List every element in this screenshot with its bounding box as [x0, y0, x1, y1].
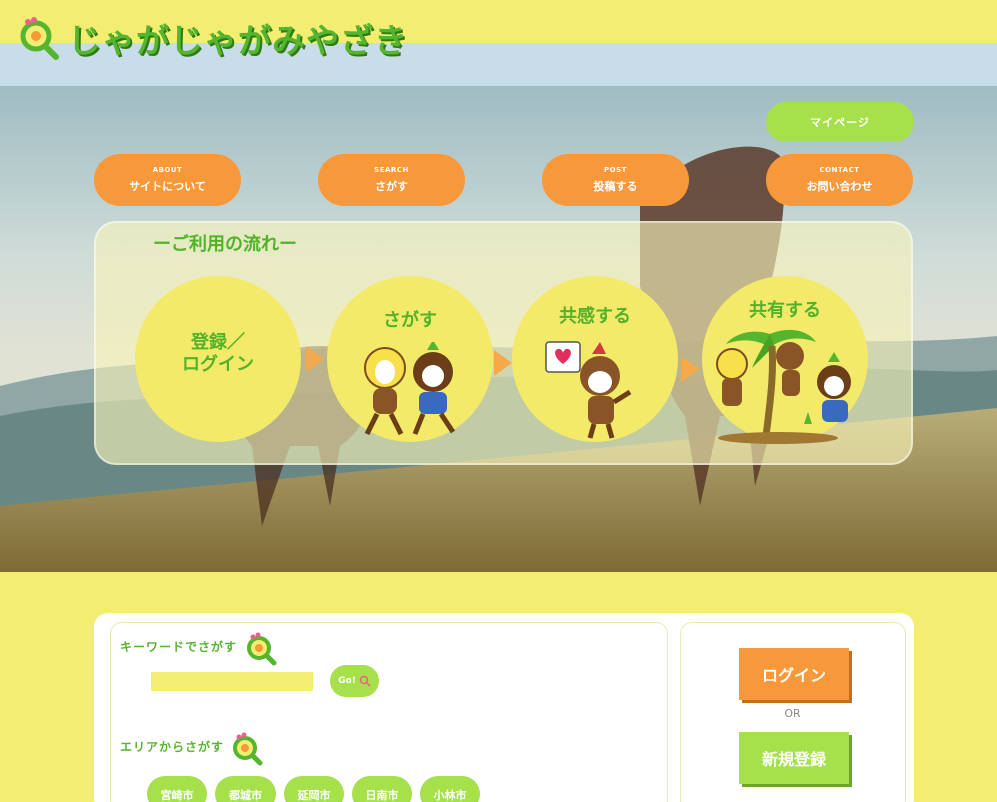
area-chip-miyakonojo[interactable]: 都城市	[215, 776, 276, 802]
nav-contact-ja: お問い合わせ	[806, 180, 873, 193]
flow-step-search: さがす	[327, 276, 493, 442]
keyword-search-label: キーワードでさがす	[120, 638, 237, 655]
flow-arrow-icon	[306, 346, 324, 372]
nav-post-ja: 投稿する	[593, 180, 638, 193]
nav-about-en: ABOUT	[152, 166, 183, 174]
characters-running-icon	[364, 342, 456, 436]
mypage-button[interactable]: マイページ	[766, 102, 914, 142]
keyword-search-input[interactable]	[151, 672, 313, 691]
flow-step-register-label-2: ログイン	[182, 354, 254, 375]
magnifier-icon	[359, 675, 371, 687]
magnifier-flower-icon	[20, 17, 59, 60]
nav-search-en: SEARCH	[374, 166, 409, 174]
keyword-search-label-text: キーワードでさがす	[120, 640, 238, 654]
area-chip-nichinan[interactable]: 日南市	[352, 776, 412, 802]
area-search-label-text: エリアからさがす	[120, 740, 225, 754]
usage-flow-title: ーご利用の流れー	[153, 234, 297, 255]
nav-search-button[interactable]: SEARCH さがす	[318, 154, 465, 206]
site-logo[interactable]: じゃがじゃがみやざき	[18, 14, 408, 62]
flow-step-share: 共有する	[702, 276, 868, 444]
character-heart-icon	[545, 341, 632, 439]
signup-button[interactable]: 新規登録	[739, 732, 849, 784]
nav-post-button[interactable]: POST 投稿する	[542, 154, 689, 206]
flow-step-search-label: さがす	[383, 310, 437, 331]
characters-palm-tree-icon	[716, 329, 851, 444]
area-search-label: エリアからさがす	[120, 738, 224, 755]
nav-contact-button[interactable]: CONTACT お問い合わせ	[766, 154, 913, 206]
flow-step-empathize: 共感する	[512, 276, 678, 442]
login-button[interactable]: ログイン	[739, 648, 849, 700]
flow-step-share-label: 共有する	[749, 300, 821, 321]
nav-search-ja: さがす	[375, 180, 408, 193]
area-chip-kobayashi[interactable]: 小林市	[420, 776, 480, 802]
area-chip-miyazaki[interactable]: 宮崎市	[147, 776, 207, 802]
nav-about-ja: サイトについて	[129, 180, 206, 193]
or-separator: OR	[784, 707, 801, 720]
nav-about-button[interactable]: ABOUT サイトについて	[94, 154, 241, 206]
keyword-search-go-button[interactable]: Go!	[330, 665, 379, 697]
nav-contact-en: CONTACT	[819, 166, 860, 174]
go-button-label: Go!	[338, 676, 356, 686]
flow-arrow-icon	[494, 350, 512, 376]
flow-step-register: 登録／ ログイン	[135, 276, 301, 442]
magnifier-flower-icon	[247, 632, 277, 666]
flow-arrow-icon	[681, 356, 699, 382]
area-chip-nobeoka[interactable]: 延岡市	[284, 776, 344, 802]
flow-step-empathize-label: 共感する	[559, 306, 631, 327]
logo-text: じゃがじゃがみやざき	[68, 21, 408, 60]
nav-post-en: POST	[604, 166, 627, 174]
magnifier-flower-icon	[233, 732, 263, 766]
